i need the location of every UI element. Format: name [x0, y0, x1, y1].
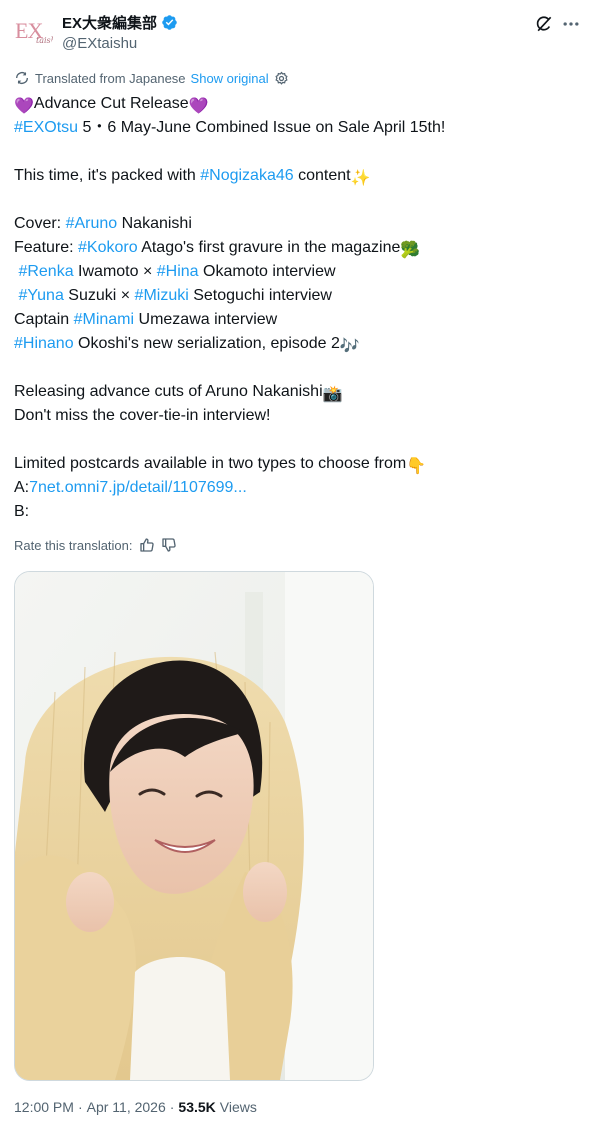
translation-notice: Translated from Japanese Show original	[14, 70, 289, 86]
tweet-text: 💜Advance Cut Release💜 #EXOtsu 5・6 May-Jun…	[14, 92, 574, 524]
tweet-date[interactable]: Apr 11, 2026	[87, 1099, 166, 1115]
tweet-line: #Renka Iwamoto × #Hina Okamoto interview	[14, 260, 574, 284]
url-link[interactable]: 7net.omni7.jp/detail/1107699...	[29, 479, 247, 496]
tweet-line	[14, 356, 574, 380]
meta-separator-2: ·	[169, 1099, 175, 1115]
tweet-meta: 12:00 PM · Apr 11, 2026 · 53.5K Views	[14, 1099, 257, 1115]
tweet-text-segment: Releasing advance cuts of Aruno Nakanish…	[14, 383, 323, 400]
views-label: Views	[219, 1099, 257, 1115]
hashtag-link[interactable]: #Kokoro	[78, 239, 138, 256]
tweet-text-segment: B:	[14, 503, 30, 520]
tweet-text-segment: Okoshi's new serialization, episode 2	[73, 335, 340, 352]
thumb-down-icon[interactable]	[161, 537, 177, 553]
tweet-line	[14, 188, 574, 212]
meta-separator: ·	[77, 1099, 83, 1115]
tweet-line: Captain #Minami Umezawa interview	[14, 308, 574, 332]
tweet-line: Don't miss the cover-tie-in interview!	[14, 404, 574, 428]
rate-translation-label: Rate this translation:	[14, 537, 133, 553]
tweet-text-segment: Feature:	[14, 239, 79, 256]
rate-translation-row: Rate this translation:	[14, 537, 177, 553]
author-handle[interactable]: @EXtaishu	[62, 35, 137, 52]
tweet-line: #Hinano Okoshi's new serialization, epis…	[14, 332, 574, 356]
hashtag-link[interactable]: #Hina	[157, 263, 199, 280]
author-display-name[interactable]: EX大衆編集部	[62, 12, 157, 33]
tweet-header: EX taishu EX大衆編集部 @EXtaishu	[0, 0, 592, 64]
tweet-text-segment: Okamoto interview	[198, 263, 336, 280]
tweet-line: #Yuna Suzuki × #Mizuki Setoguchi intervi…	[14, 284, 574, 308]
avatar[interactable]: EX taishu	[14, 12, 54, 52]
author-name-row: EX大衆編集部	[62, 12, 178, 33]
tweet-line: Cover: #Aruno Nakanishi	[14, 212, 574, 236]
tweet-text-segment: This time, it's packed with	[14, 167, 201, 184]
show-original-link[interactable]: Show original	[191, 71, 269, 86]
tweet-line: Feature: #Kokoro Atago's first gravure i…	[14, 236, 574, 260]
avatar-logo-subtext: taishu	[36, 36, 54, 45]
tweet-text-segment: Limited postcards available in two types…	[14, 455, 407, 472]
tweet-line	[14, 140, 574, 164]
tweet-line: #EXOtsu 5・6 May-June Combined Issue on S…	[14, 116, 574, 140]
tweet-text-segment: 5・6 May-June Combined Issue on Sale Apri…	[78, 119, 446, 136]
emoji: 📸	[322, 386, 343, 403]
hashtag-link[interactable]: #Renka	[18, 263, 73, 280]
tweet-text-segment: Atago's first gravure in the magazine	[137, 239, 401, 256]
tweet-line: B:	[14, 500, 574, 524]
hashtag-link[interactable]: #Hinano	[14, 335, 74, 352]
grok-icon[interactable]	[534, 14, 554, 34]
emoji: 🎶	[339, 338, 360, 355]
tweet-text-segment: Suzuki ×	[63, 287, 135, 304]
gear-icon[interactable]	[274, 71, 289, 86]
thumb-up-icon[interactable]	[139, 537, 155, 553]
emoji: 🥦	[400, 242, 421, 259]
hashtag-link[interactable]: #Yuna	[18, 287, 63, 304]
verified-badge-icon	[162, 15, 177, 30]
hashtag-link[interactable]: #Mizuki	[135, 287, 189, 304]
tweet-text-segment: Setoguchi interview	[188, 287, 332, 304]
translated-label: Translated from Japanese	[35, 70, 186, 86]
tweet-text-segment: A:	[14, 479, 30, 496]
tweet-text-segment: Captain	[14, 311, 74, 328]
emoji: 👇	[406, 458, 427, 475]
tweet-line	[14, 428, 574, 452]
tweet-line: Releasing advance cuts of Aruno Nakanish…	[14, 380, 574, 404]
tweet-line: Limited postcards available in two types…	[14, 452, 574, 476]
tweet-line: This time, it's packed with #Nogizaka46 …	[14, 164, 574, 188]
tweet-photo[interactable]	[14, 571, 374, 1081]
more-icon[interactable]	[561, 14, 581, 34]
tweet-text-segment: content	[293, 167, 351, 184]
tweet-text-segment: Umezawa interview	[134, 311, 278, 328]
tweet-line: A:7net.omni7.jp/detail/1107699...	[14, 476, 574, 500]
hashtag-link[interactable]: #Aruno	[66, 215, 118, 232]
tweet-text-segment: Iwamoto ×	[73, 263, 157, 280]
tweet-text-segment: Don't miss the cover-tie-in interview!	[14, 407, 271, 424]
tweet-text-segment: Nakanishi	[117, 215, 192, 232]
tweet-time[interactable]: 12:00 PM	[14, 1099, 74, 1115]
hashtag-link[interactable]: #Minami	[74, 311, 134, 328]
hashtag-link[interactable]: #EXOtsu	[14, 119, 78, 136]
portrait-photo	[15, 572, 373, 1080]
tweet-line: 💜Advance Cut Release💜	[14, 92, 574, 116]
hashtag-link[interactable]: #Nogizaka46	[200, 167, 293, 184]
tweet-text-segment: Cover:	[14, 215, 66, 232]
views-count: 53.5K	[178, 1099, 216, 1115]
translate-icon	[16, 72, 28, 84]
tweet-text-segment: Advance Cut Release	[33, 95, 189, 112]
emoji: ✨	[350, 170, 371, 187]
